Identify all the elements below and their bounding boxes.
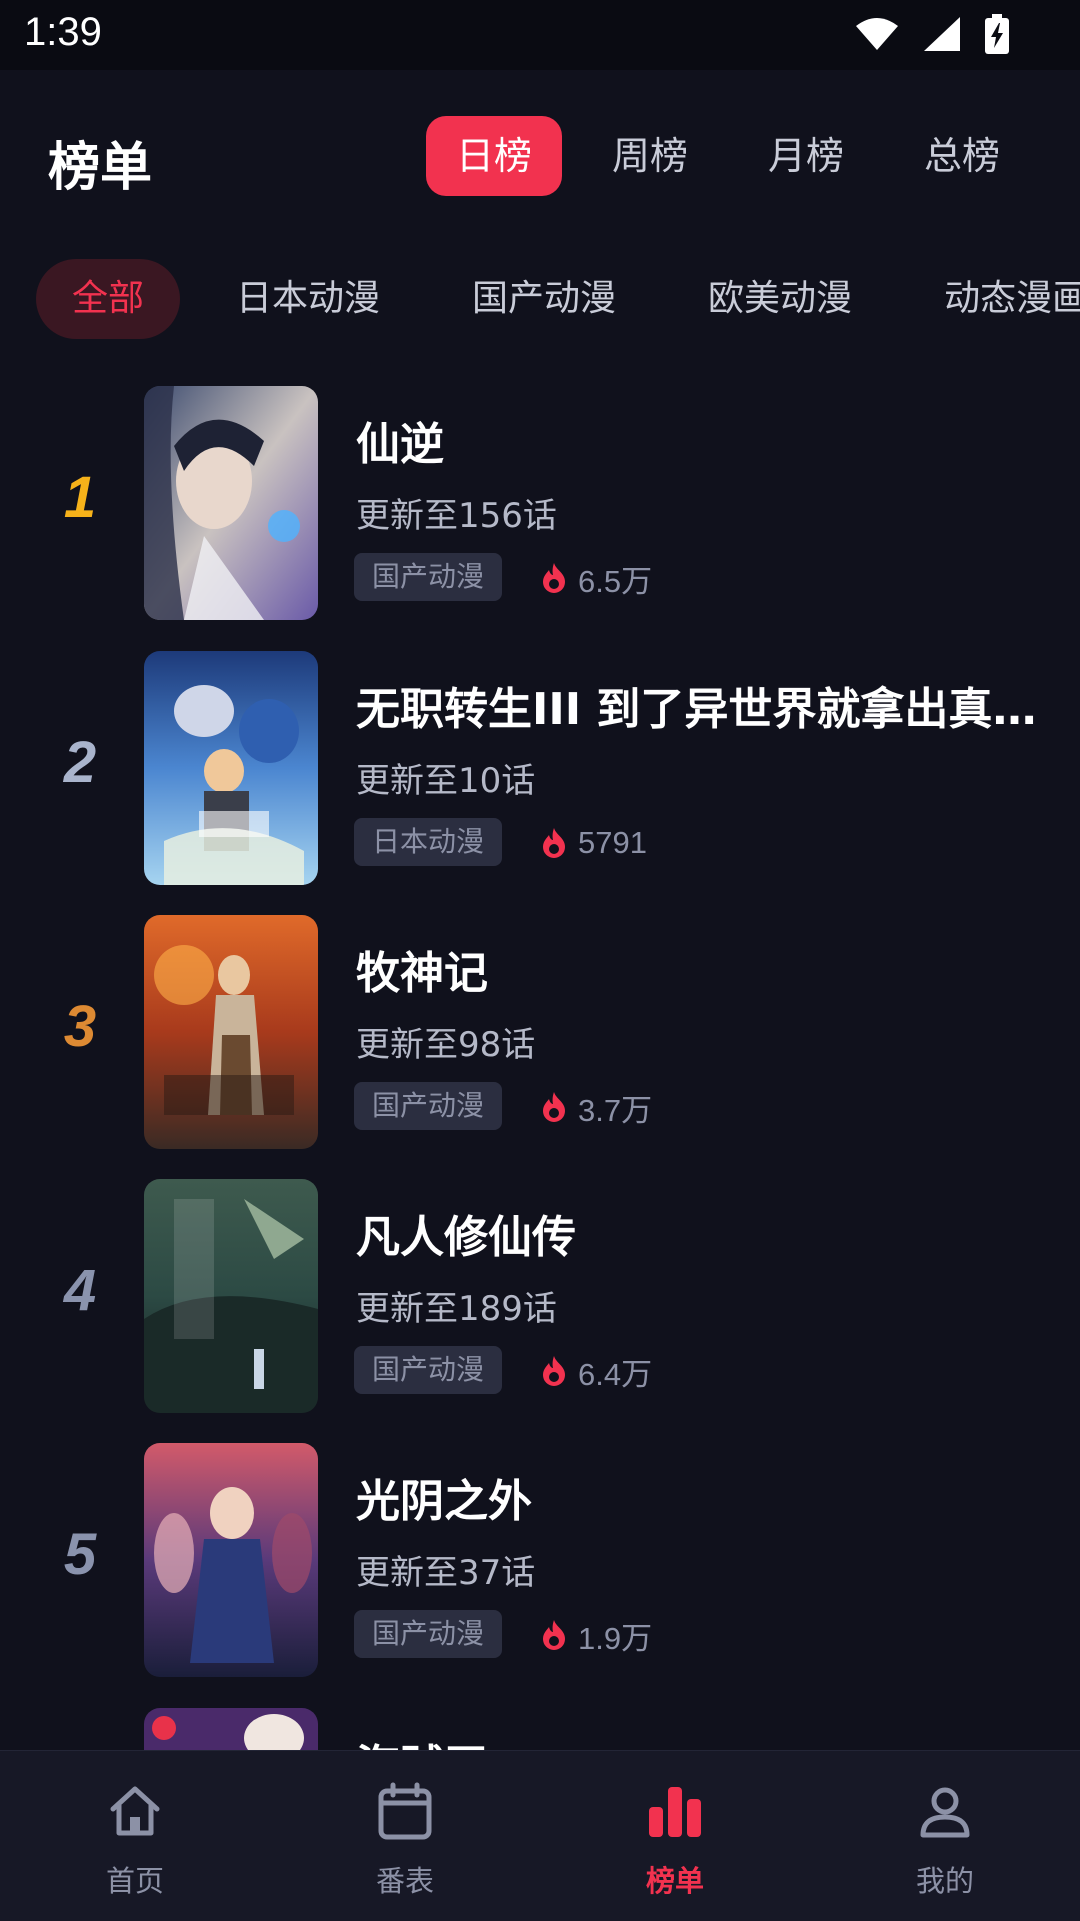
item-heat: 3.7万 — [540, 1083, 652, 1131]
category-tabs: 全部 日本动漫 国产动漫 欧美动漫 动态漫画 — [36, 259, 1080, 339]
battery-charging-icon — [984, 14, 1010, 54]
category-western-anime[interactable]: 欧美动漫 — [672, 259, 888, 339]
nav-label: 我的 — [915, 1864, 974, 1898]
bottom-nav: 首页 番表 榜单 我的 — [0, 1750, 1080, 1921]
item-category-tag: 国产动漫 — [354, 1082, 503, 1130]
cover-image[interactable] — [144, 1708, 318, 1750]
item-heat: 5791 — [540, 819, 647, 867]
rank-number: 2 — [63, 730, 97, 795]
item-episodes: 更新至37话 — [356, 1553, 536, 1593]
fire-icon — [540, 562, 568, 594]
fire-icon — [540, 1091, 568, 1123]
nav-schedule[interactable]: 番表 — [270, 1751, 540, 1921]
ranking-item[interactable]: 5 光阴之外 更新至37话 国产动漫 1.9万 — [0, 1443, 1080, 1677]
item-title: 牧神记 — [356, 948, 488, 999]
ranking-item[interactable]: 3 牧神记 更新至98话 国产动漫 3.7万 — [0, 915, 1080, 1149]
heat-value: 1.9万 — [578, 1620, 653, 1656]
cover-image[interactable] — [144, 651, 318, 885]
rank-number: 3 — [63, 994, 97, 1059]
tab-daily[interactable]: 日榜 — [426, 116, 563, 196]
bar-chart-icon — [645, 1781, 705, 1841]
item-episodes: 更新至98话 — [356, 1025, 536, 1065]
item-category-tag: 国产动漫 — [354, 1610, 503, 1658]
item-category-tag: 国产动漫 — [354, 553, 503, 601]
rank-number: 4 — [63, 1258, 97, 1323]
item-title: 仙逆 — [356, 419, 444, 470]
rank-number: 5 — [63, 1522, 97, 1587]
ranking-item[interactable]: 4 凡人修仙传 更新至189话 国产动漫 6.4万 — [0, 1179, 1080, 1413]
page-title: 榜单 — [48, 138, 153, 198]
item-category-tag: 日本动漫 — [354, 818, 503, 866]
status-time: 1:39 — [24, 10, 102, 54]
item-episodes: 更新至10话 — [356, 761, 536, 801]
item-heat: 6.4万 — [540, 1347, 652, 1395]
fire-icon — [540, 827, 568, 859]
category-all[interactable]: 全部 — [36, 259, 181, 339]
ranking-list: 1 仙逆 更新至156话 国产动漫 6.5万 2 无职转生III 到了异世界就拿… — [0, 386, 1080, 1750]
item-title: 凡人修仙传 — [356, 1212, 576, 1263]
item-title: 光阴之外 — [356, 1476, 532, 1527]
user-icon — [915, 1781, 975, 1841]
item-heat: 1.9万 — [540, 1611, 652, 1659]
period-tabs: 日榜 周榜 月榜 总榜 — [426, 116, 1050, 196]
cover-image[interactable] — [144, 915, 318, 1149]
heat-value: 6.5万 — [578, 563, 653, 599]
nav-profile[interactable]: 我的 — [810, 1751, 1080, 1921]
category-chinese-anime[interactable]: 国产动漫 — [436, 259, 652, 339]
item-title: 海贼王 — [356, 1730, 1046, 1750]
status-icons — [854, 14, 1010, 54]
nav-label: 榜单 — [645, 1864, 704, 1898]
nav-label: 首页 — [105, 1864, 164, 1898]
signal-icon — [922, 15, 962, 53]
heat-value: 3.7万 — [578, 1092, 653, 1128]
item-heat: 6.5万 — [540, 554, 652, 602]
heat-value: 6.4万 — [578, 1356, 653, 1392]
ranking-item[interactable]: 1 仙逆 更新至156话 国产动漫 6.5万 — [0, 386, 1080, 620]
tab-weekly[interactable]: 周榜 — [582, 116, 718, 196]
item-episodes: 更新至189话 — [356, 1289, 557, 1329]
nav-label: 番表 — [375, 1864, 434, 1898]
rank-number: 1 — [63, 465, 97, 530]
cover-image[interactable] — [144, 386, 318, 620]
nav-ranking[interactable]: 榜单 — [540, 1751, 810, 1921]
cover-image[interactable] — [144, 1179, 318, 1413]
fire-icon — [540, 1619, 568, 1651]
ranking-item[interactable]: 2 无职转生III 到了异世界就拿出真本事 更新至10话 日本动漫 5791 — [0, 651, 1080, 885]
heat-value: 5791 — [578, 825, 647, 860]
tab-monthly[interactable]: 月榜 — [738, 116, 874, 196]
item-category-tag: 国产动漫 — [354, 1346, 503, 1394]
item-episodes: 更新至156话 — [356, 496, 557, 536]
category-japanese-anime[interactable]: 日本动漫 — [200, 259, 416, 339]
fire-icon — [540, 1355, 568, 1387]
ranking-item[interactable]: 6 海贼王 — [0, 1708, 1080, 1750]
category-motion-comic[interactable]: 动态漫画 — [908, 259, 1080, 339]
item-title: 无职转生III 到了异世界就拿出真本事 — [356, 684, 1046, 735]
wifi-icon — [854, 16, 900, 52]
tab-all-time[interactable]: 总榜 — [894, 116, 1030, 196]
home-icon — [105, 1781, 165, 1841]
cover-image[interactable] — [144, 1443, 318, 1677]
calendar-icon — [375, 1781, 435, 1841]
nav-home[interactable]: 首页 — [0, 1751, 270, 1921]
status-bar: 1:39 — [0, 0, 1080, 70]
